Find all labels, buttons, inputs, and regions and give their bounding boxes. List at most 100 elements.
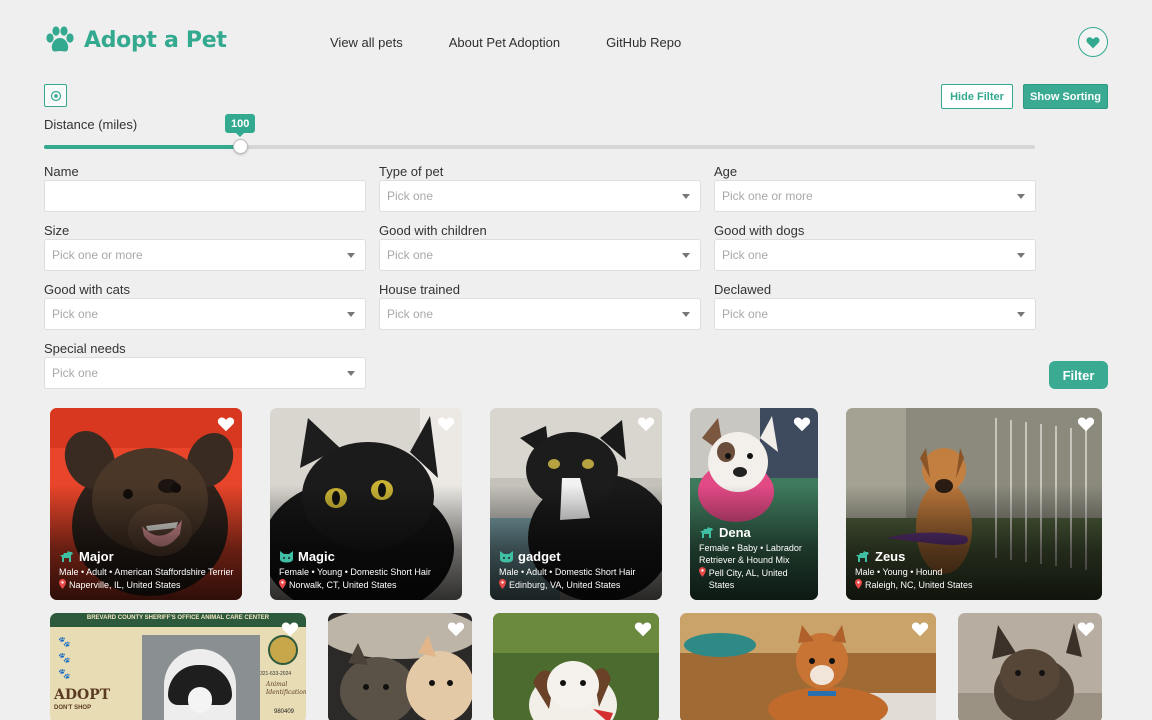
pet-location-text: Pell City, AL, United States	[708, 568, 788, 590]
nav-about-pet-adoption[interactable]: About Pet Adoption	[449, 35, 560, 50]
declawed-value: Pick one	[722, 307, 769, 321]
heart-outline-icon[interactable]	[911, 621, 929, 637]
pet-card-zeus[interactable]: Zeus Male • Young • Hound Raleigh, NC, U…	[846, 408, 1102, 600]
pet-card-major[interactable]: Major Male • Adult • American Staffordsh…	[50, 408, 242, 600]
pet-name-row: Dena	[699, 525, 812, 540]
age-select[interactable]: Pick one or more	[714, 180, 1036, 212]
size-select[interactable]: Pick one or more	[44, 239, 366, 271]
good-with-children-value: Pick one	[387, 248, 434, 262]
declawed-label: Declawed	[714, 282, 772, 297]
heart-outline-icon[interactable]	[637, 416, 655, 432]
pet-location-text: Norwalk, CT, United States	[289, 580, 397, 590]
heart-outline-icon[interactable]	[437, 416, 455, 432]
heart-outline-icon[interactable]	[1077, 416, 1095, 432]
pet-name-row: Major	[59, 549, 236, 564]
favorites-button[interactable]	[1078, 27, 1108, 57]
special-needs-value: Pick one	[52, 366, 99, 380]
dont-shop-text: DON'T SHOP	[54, 705, 92, 711]
good-with-dogs-select[interactable]: Pick one	[714, 239, 1036, 271]
map-pin-icon	[59, 579, 66, 589]
dog-icon	[856, 551, 869, 562]
good-with-children-select[interactable]: Pick one	[379, 239, 701, 271]
chevron-down-icon	[347, 312, 355, 317]
pet-card-row2-1[interactable]: BREVARD COUNTY SHERIFF'S OFFICE ANIMAL C…	[50, 613, 306, 720]
name-input[interactable]	[44, 180, 366, 212]
pet-card-row2-4[interactable]	[680, 613, 936, 720]
type-of-pet-value: Pick one	[387, 189, 434, 203]
pet-info: gadget Male • Adult • Domestic Short Hai…	[499, 549, 656, 591]
size-value: Pick one or more	[52, 248, 143, 262]
age-value: Pick one or more	[722, 189, 813, 203]
distance-slider-thumb[interactable]	[233, 139, 248, 154]
size-label: Size	[44, 223, 70, 238]
name-label: Name	[44, 164, 79, 179]
adopt-text: ADOPT	[54, 687, 111, 703]
pet-card-row2-3[interactable]	[493, 613, 659, 720]
use-location-button[interactable]	[44, 84, 67, 107]
heart-outline-icon[interactable]	[634, 621, 652, 637]
good-with-cats-value: Pick one	[52, 307, 99, 321]
house-trained-select[interactable]: Pick one	[379, 298, 701, 330]
animal-id-label: Animal Identification	[266, 681, 306, 696]
dog-icon	[60, 551, 73, 562]
chevron-down-icon	[1017, 194, 1025, 199]
good-with-cats-select[interactable]: Pick one	[44, 298, 366, 330]
map-pin-icon	[499, 579, 506, 589]
distance-value-tooltip: 100	[225, 114, 256, 137]
chevron-down-icon	[347, 371, 355, 376]
special-needs-select[interactable]: Pick one	[44, 357, 366, 389]
declawed-select[interactable]: Pick one	[714, 298, 1036, 330]
distance-slider-track[interactable]	[44, 145, 1035, 149]
pet-location-text: Raleigh, NC, United States	[865, 580, 973, 590]
pet-card-row2-2[interactable]	[328, 613, 472, 720]
dog-icon	[700, 527, 713, 538]
pet-location: Norwalk, CT, United States	[279, 579, 456, 591]
heart-outline-icon[interactable]	[1077, 621, 1095, 637]
pet-photo: BREVARD COUNTY SHERIFF'S OFFICE ANIMAL C…	[50, 613, 306, 720]
pet-name: Dena	[719, 525, 751, 540]
show-sorting-button[interactable]: Show Sorting	[1023, 84, 1108, 109]
pet-name: Magic	[298, 549, 335, 564]
pet-info: Zeus Male • Young • Hound Raleigh, NC, U…	[855, 549, 1096, 591]
heart-outline-icon[interactable]	[793, 416, 811, 432]
pet-location: Pell City, AL, United States	[699, 567, 812, 591]
good-with-dogs-label: Good with dogs	[714, 223, 805, 238]
type-of-pet-select[interactable]: Pick one	[379, 180, 701, 212]
logo[interactable]: Adopt a Pet	[44, 26, 227, 54]
house-trained-value: Pick one	[387, 307, 434, 321]
animal-id: 980409	[274, 709, 295, 715]
pet-info: Major Male • Adult • American Staffordsh…	[59, 549, 236, 591]
chevron-down-icon	[682, 194, 690, 199]
pet-card-dena[interactable]: Dena Female • Baby • Labrador Retriever …	[690, 408, 818, 600]
pet-location: Raleigh, NC, United States	[855, 579, 1096, 591]
nav-github-repo[interactable]: GitHub Repo	[606, 35, 681, 50]
pet-card-row2-5[interactable]	[958, 613, 1102, 720]
pet-details: Female • Young • Domestic Short Hair	[279, 567, 431, 577]
heart-outline-icon[interactable]	[281, 621, 299, 637]
good-with-dogs-value: Pick one	[722, 248, 769, 262]
pet-name-row: Zeus	[855, 549, 1096, 564]
filter-button[interactable]: Filter	[1049, 361, 1108, 389]
type-of-pet-label: Type of pet	[379, 164, 444, 179]
shelter-banner-text: BREVARD COUNTY SHERIFF'S OFFICE ANIMAL C…	[86, 615, 270, 621]
pet-name: gadget	[518, 549, 561, 564]
shelter-seal	[268, 635, 298, 665]
heart-icon	[1086, 36, 1100, 48]
good-with-cats-label: Good with cats	[44, 282, 130, 297]
house-trained-label: House trained	[379, 282, 460, 297]
pet-details: Male • Adult • American Staffordshire Te…	[59, 567, 234, 577]
good-with-children-label: Good with children	[379, 223, 487, 238]
pet-card-magic[interactable]: Magic Female • Young • Domestic Short Ha…	[270, 408, 462, 600]
nav-view-all-pets[interactable]: View all pets	[330, 35, 403, 50]
main-nav: View all pets About Pet Adoption GitHub …	[330, 35, 681, 50]
logo-text: Adopt a Pet	[84, 27, 227, 53]
heart-outline-icon[interactable]	[447, 621, 465, 637]
pet-details: Male • Adult • Domestic Short Hair	[499, 567, 636, 577]
chevron-down-icon	[682, 312, 690, 317]
kennel-photo	[142, 635, 260, 720]
age-label: Age	[714, 164, 738, 179]
pet-details: Female • Baby • Labrador Retriever & Hou…	[699, 543, 802, 565]
hide-filter-button[interactable]: Hide Filter	[941, 84, 1013, 109]
heart-outline-icon[interactable]	[217, 416, 235, 432]
pet-card-gadget[interactable]: gadget Male • Adult • Domestic Short Hai…	[490, 408, 662, 600]
